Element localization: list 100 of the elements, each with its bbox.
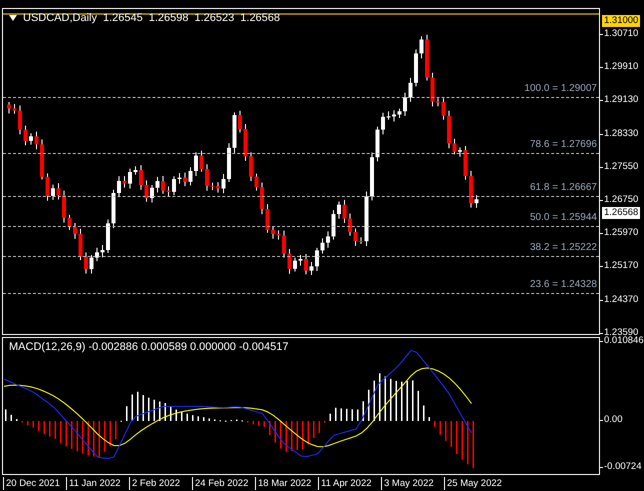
candlestick [348,213,352,236]
candlestick [244,123,248,162]
price-value: 1.26568 [240,12,280,24]
candlestick [403,92,407,116]
price-value: 1.26598 [148,12,188,24]
candlestick [84,252,88,274]
candlestick [117,176,121,198]
candlestick [128,168,132,190]
candlestick [337,201,341,220]
price-axis-label: 1.27550 [603,160,640,173]
candlestick [326,230,330,248]
candlestick [254,173,258,192]
candlestick [150,184,154,203]
fib-level-label: 23.6 = 1.24328 [530,279,597,290]
price-value: 1.26523 [194,12,234,24]
candlestick [134,166,138,176]
candlestick [24,125,28,146]
fib-level-label: 50.0 = 1.25944 [530,212,597,223]
candlestick [425,34,429,81]
fib-level-label: 78.6 = 1.27696 [530,139,597,150]
candlestick [304,253,308,275]
candlestick [78,228,82,261]
date-axis-label: 3 May 2022 [381,477,444,490]
date-axis-label: 20 Dec 2021 [3,477,66,490]
candlestick [122,176,126,188]
candlestick [156,176,160,193]
candlestick [46,172,50,202]
price-axis-label: 1.31000 [602,15,640,27]
fib-level-label: 61.8 = 1.26667 [530,182,597,193]
candlestick [381,112,385,135]
date-axis-label: 25 May 2022 [444,477,507,490]
candlestick [282,230,286,258]
candlestick [354,228,358,246]
candlestick [183,172,187,187]
candlestick [386,110,390,120]
candlestick [442,98,446,120]
candlestick [310,261,314,276]
candlestick [320,238,324,254]
price-value: 1.26545 [102,12,143,24]
candlestick [452,138,456,155]
candlestick [222,174,226,194]
candlestick [430,72,434,107]
candlestick [288,248,292,274]
candlestick [249,152,253,182]
candlestick [40,138,44,180]
date-axis-label: 2 Feb 2022 [129,477,192,490]
price-axis-label: 1.29910 [603,61,640,74]
price-axis-label: 1.30710 [603,28,640,40]
candlestick [144,180,148,202]
candlestick [200,150,204,172]
macd-title: MACD(12,26,9) -0.002886 0.000589 0.000000 -0.004517 [9,341,288,353]
candlestick [359,236,363,244]
candlestick [210,182,214,191]
fib-level-label: 38.2 = 1.25222 [530,242,597,253]
candlestick [178,172,182,184]
candlestick [29,132,33,146]
price-axis-label: 1.25970 [603,227,640,240]
candlestick [469,170,473,208]
price-axis-label: 1.29130 [603,94,640,106]
date-axis-label: 11 Apr 2022 [318,477,381,490]
candlestick [458,146,462,158]
candlestick [266,204,270,234]
candlestick [414,49,418,87]
candlestick [464,145,468,180]
candlestick [139,164,143,190]
candlestick [62,190,66,224]
candlestick [227,142,231,182]
candlestick [7,102,11,114]
fib-level-label: 100.0 = 1.29007 [524,83,597,94]
candlestick [12,103,16,114]
candlestick [364,191,368,247]
candlestick [271,226,275,240]
candlestick [276,230,280,240]
candlestick [68,214,72,231]
macd-axis-label: -0.00724 [603,461,643,473]
symbol-label: USDCAD,Daily [23,12,97,24]
candlestick [315,247,319,272]
candlestick [420,36,424,59]
candlestick [90,254,94,274]
price-axis-label: 1.26568 [602,207,640,219]
candlestick [370,152,374,201]
dropdown-triangle-icon[interactable] [9,15,17,21]
candlestick [447,110,451,149]
candlestick [436,98,440,107]
candlestick [18,105,22,135]
candlestick [194,152,198,176]
candlestick [161,176,165,194]
candlestick [112,189,116,229]
price-axis-label: 1.26750 [603,194,640,206]
macd-axis-label: 0.00 [603,414,624,426]
candlestick [342,199,346,224]
price-axis-label: 1.28330 [603,128,640,140]
candlestick [392,110,396,122]
candlestick [188,166,192,186]
candlestick [73,222,77,240]
candlestick [232,112,236,154]
candlestick [166,186,170,198]
candlestick [260,182,264,215]
candlestick [56,182,60,200]
candlestick [172,176,176,196]
